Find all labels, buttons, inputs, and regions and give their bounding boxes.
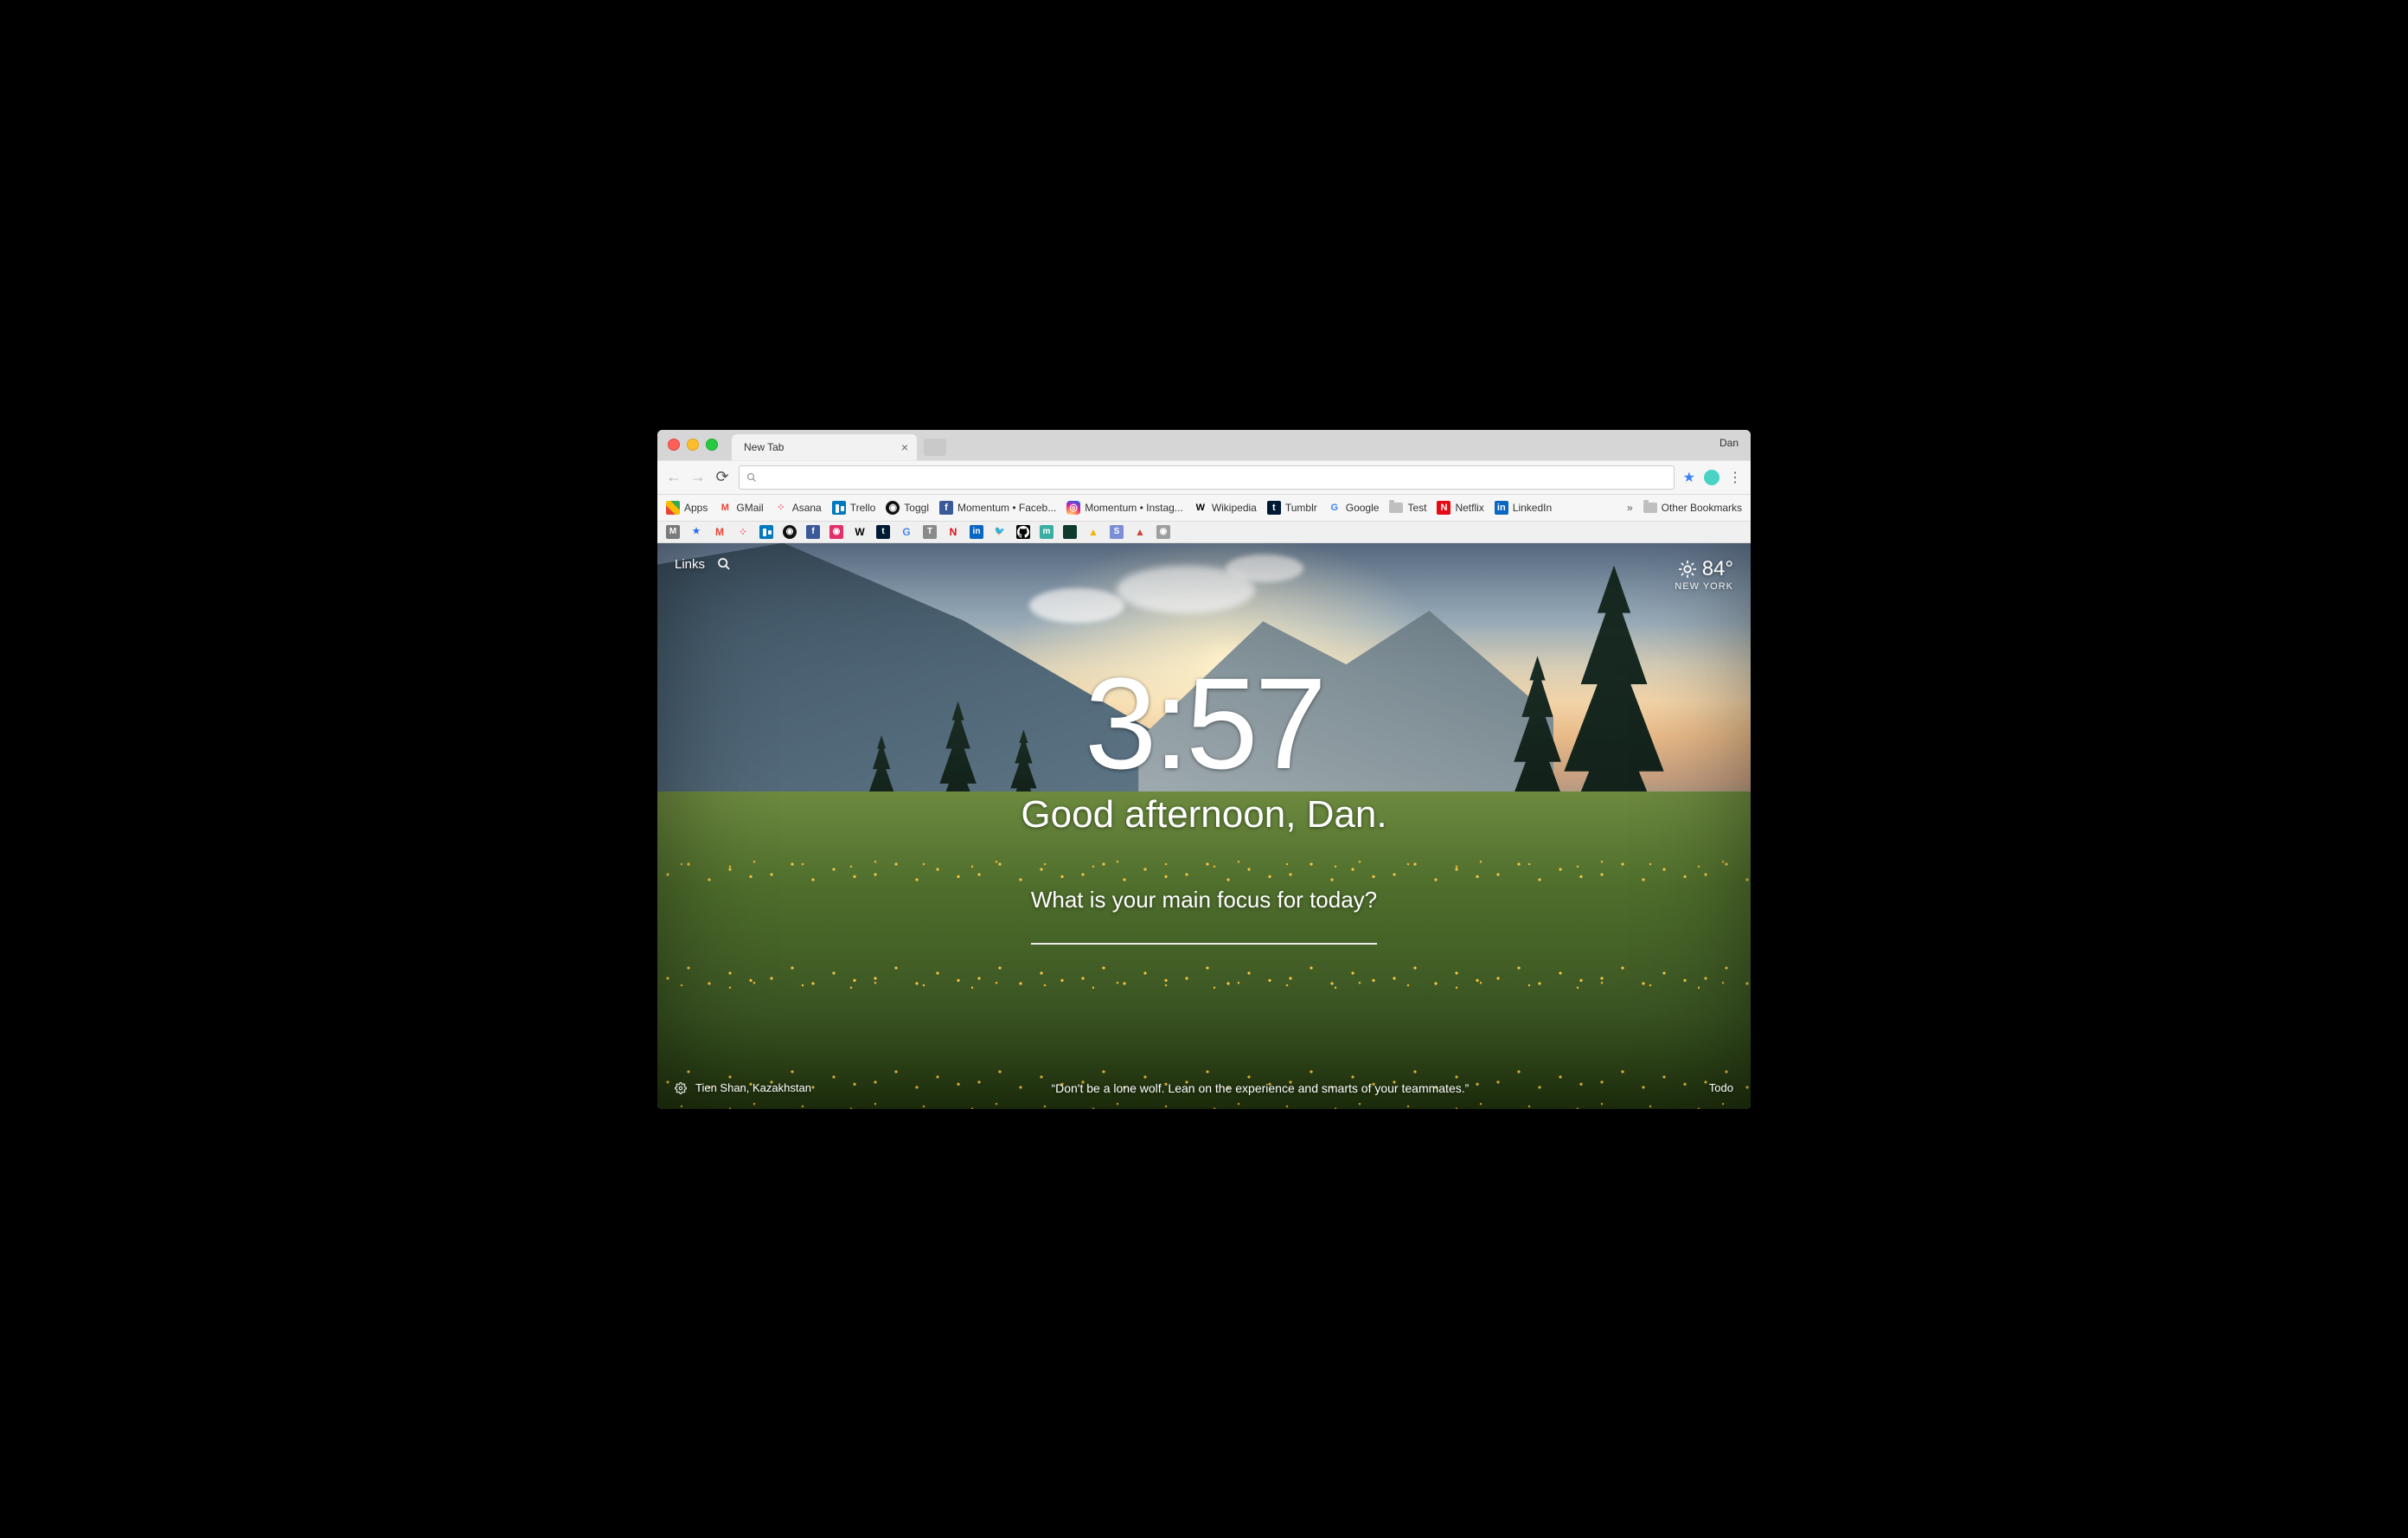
bookmark-test[interactable]: Test <box>1389 502 1426 514</box>
bookmark-toggl[interactable]: ◉Toggl <box>886 501 929 515</box>
momentum-bottombar: Tien Shan, Kazakhstan “Don't be a lone w… <box>675 1081 1733 1095</box>
bookmark-linkedin[interactable]: inLinkedIn <box>1495 501 1552 515</box>
photo-location[interactable]: Tien Shan, Kazakhstan <box>695 1081 811 1094</box>
folder-icon <box>1643 503 1657 513</box>
bookmark-label: LinkedIn <box>1513 502 1552 514</box>
extension-toggl-icon[interactable]: ◉ <box>783 525 797 539</box>
bookmark-label: Apps <box>684 502 708 514</box>
extension-tri-icon[interactable]: ▲ <box>1133 525 1147 539</box>
bookmark-momentum-faceb-[interactable]: fMomentum • Faceb... <box>939 501 1056 515</box>
extension-medium-icon[interactable]: M <box>666 525 680 539</box>
extension-drive-icon[interactable]: ▲ <box>1086 525 1100 539</box>
momentum-center: 3:57 Good afternoon, Dan. What is your m… <box>657 543 1751 1085</box>
bookmark-label: Google <box>1346 502 1380 514</box>
extensions-strip: M ★ M ⁘ ◉ f ◉ WtGTNin 🐦 m ▲ S ▲ ◉ <box>657 522 1751 543</box>
bookmark-label: Tumblr <box>1285 502 1317 514</box>
bookmark-label: Netflix <box>1455 502 1483 514</box>
extension-google-icon[interactable]: G <box>900 525 913 539</box>
extension-t2-icon[interactable]: T <box>923 525 937 539</box>
toolbar: ← → ⟳ ★ ⋮ <box>657 460 1751 495</box>
extension-netflix-icon[interactable]: N <box>946 525 960 539</box>
bookmark-tumblr[interactable]: tTumblr <box>1267 501 1317 515</box>
bookmark-label: Toggl <box>904 502 929 514</box>
bookmarks-overflow-button[interactable]: » <box>1627 502 1633 514</box>
bookmark-star-icon[interactable]: ★ <box>1683 469 1695 486</box>
bookmark-label: Momentum • Instag... <box>1085 502 1183 514</box>
close-tab-button[interactable]: × <box>901 440 908 454</box>
tab-title: New Tab <box>744 441 784 453</box>
bookmark-gmail[interactable]: MGMail <box>718 501 763 515</box>
window-controls <box>657 430 728 460</box>
search-icon <box>746 472 757 483</box>
bookmark-google[interactable]: GGoogle <box>1328 501 1380 515</box>
extension-wikipedia-icon[interactable]: W <box>853 525 867 539</box>
extension-momentum-icon[interactable]: m <box>1040 525 1054 539</box>
extension-cam-icon[interactable]: ◉ <box>1156 525 1170 539</box>
extension-asana-icon[interactable]: ⁘ <box>736 525 750 539</box>
extension-linkedin-icon[interactable]: in <box>970 525 983 539</box>
bookmark-momentum-instag-[interactable]: ◎Momentum • Instag... <box>1066 501 1183 515</box>
extension-square-icon[interactable] <box>1063 525 1077 539</box>
extension-facebook-icon[interactable]: f <box>806 525 820 539</box>
browser-tab[interactable]: New Tab × <box>732 434 917 460</box>
browser-window: New Tab × Dan ← → ⟳ ★ ⋮ AppsMGMail⁘Asana… <box>657 430 1751 1109</box>
extension-star-icon[interactable]: ★ <box>689 525 703 539</box>
minimize-window-button[interactable] <box>687 439 699 451</box>
maximize-window-button[interactable] <box>706 439 718 451</box>
bookmark-label: Test <box>1407 502 1426 514</box>
settings-button[interactable] <box>675 1082 687 1094</box>
other-bookmarks-label: Other Bookmarks <box>1662 502 1742 514</box>
profile-avatar[interactable] <box>1704 470 1720 485</box>
extension-gmail-icon[interactable]: M <box>713 525 727 539</box>
extension-twitter-icon[interactable]: 🐦 <box>993 525 1007 539</box>
momentum-dashboard: Links 84° NEW YORK 3:57 Good afternoon, … <box>657 543 1751 1109</box>
bookmark-apps[interactable]: Apps <box>666 501 708 515</box>
greeting: Good afternoon, Dan. <box>1021 793 1387 836</box>
menu-button[interactable]: ⋮ <box>1728 469 1742 486</box>
quote[interactable]: “Don't be a lone wolf. Lean on the exper… <box>811 1081 1709 1095</box>
back-button[interactable]: ← <box>666 468 682 486</box>
close-window-button[interactable] <box>668 439 680 451</box>
address-bar[interactable] <box>739 465 1675 490</box>
bookmark-wikipedia[interactable]: WWikipedia <box>1194 501 1257 515</box>
tab-strip: New Tab × Dan <box>657 430 1751 460</box>
forward-button[interactable]: → <box>690 468 706 486</box>
bookmark-label: Wikipedia <box>1212 502 1257 514</box>
todo-button[interactable]: Todo <box>1709 1081 1733 1094</box>
bookmark-trello[interactable]: Trello <box>832 501 876 515</box>
bookmark-label: GMail <box>736 502 763 514</box>
extension-github-icon[interactable] <box>1016 525 1030 539</box>
other-bookmarks-folder[interactable]: Other Bookmarks <box>1643 502 1742 514</box>
bookmark-label: Trello <box>850 502 876 514</box>
extension-instagram-icon[interactable]: ◉ <box>829 525 843 539</box>
bookmark-asana[interactable]: ⁘Asana <box>774 501 822 515</box>
new-tab-button[interactable] <box>924 439 946 456</box>
extension-tumblr-icon[interactable]: t <box>876 525 890 539</box>
clock: 3:57 <box>1085 658 1323 788</box>
extension-trello-icon[interactable] <box>759 525 773 539</box>
bookmark-label: Asana <box>792 502 822 514</box>
reload-button[interactable]: ⟳ <box>714 468 730 486</box>
bookmark-label: Momentum • Faceb... <box>957 502 1056 514</box>
bookmark-netflix[interactable]: NNetflix <box>1437 501 1483 515</box>
focus-prompt: What is your main focus for today? <box>1031 887 1377 913</box>
extension-s-icon[interactable]: S <box>1110 525 1124 539</box>
bookmarks-bar: Apps MGMail ⁘Asana Trello ◉Toggl fMomentum • … <box>657 495 1751 522</box>
focus-input[interactable] <box>1031 943 1377 945</box>
profile-name[interactable]: Dan <box>1720 437 1739 449</box>
